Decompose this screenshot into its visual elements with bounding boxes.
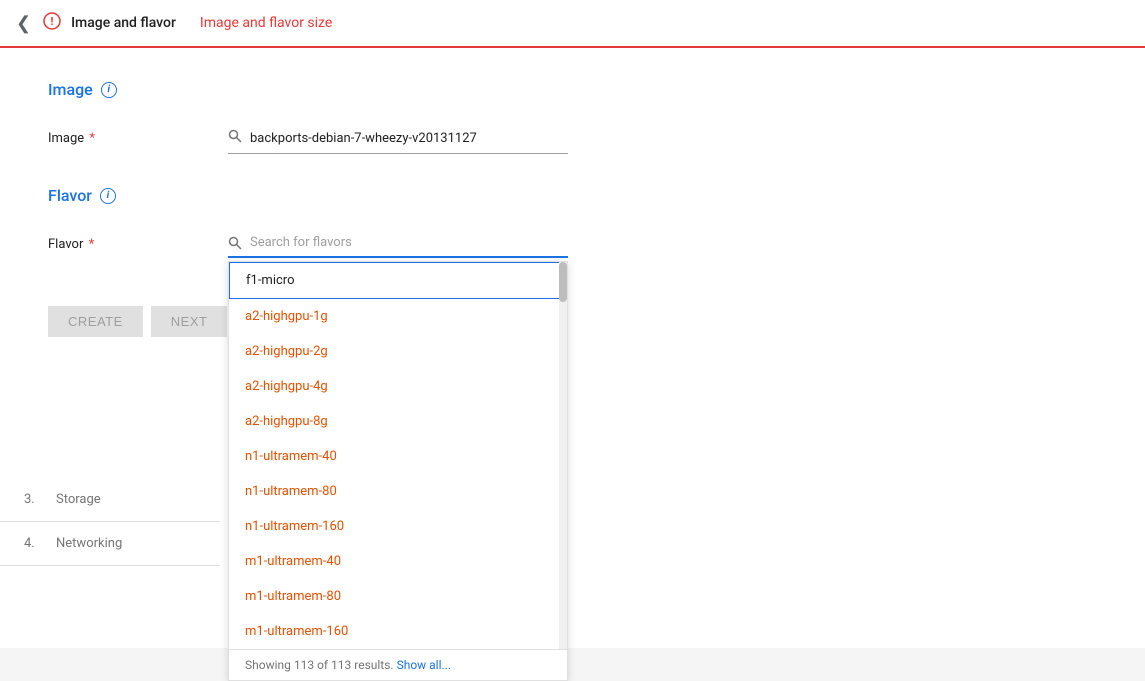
image-section-title: Image	[48, 80, 93, 99]
list-item[interactable]: a2-highgpu-4g	[229, 369, 567, 404]
step-storage[interactable]: 3. Storage	[0, 478, 220, 522]
flavor-search-container: Search for flavors f1-micro a2-highgpu-1…	[228, 229, 568, 258]
flavor-required-marker: *	[85, 237, 94, 252]
flavor-info-icon[interactable]: i	[100, 188, 116, 204]
image-value: backports-debian-7-wheezy-v20131127	[250, 131, 477, 146]
list-item[interactable]: a2-highgpu-2g	[229, 334, 567, 369]
list-item[interactable]: n1-ultramem-40	[229, 439, 567, 474]
dropdown-footer: Showing 113 of 113 results. Show all...	[229, 649, 567, 680]
flavor-label: Flavor *	[48, 229, 228, 252]
chevron-down-icon[interactable]: ❮	[16, 13, 31, 34]
image-form-row: Image * backports-debian-7-wheezy-v20131…	[48, 123, 1097, 154]
list-item[interactable]: a2-highgpu-1g	[229, 299, 567, 334]
svg-text:!: !	[51, 15, 54, 28]
flavor-field: Search for flavors f1-micro a2-highgpu-1…	[228, 229, 568, 258]
flavor-section-title: Flavor	[48, 186, 92, 205]
flavor-search-icon	[228, 236, 242, 250]
list-item[interactable]: n1-ultramem-80	[229, 474, 567, 509]
list-item[interactable]: m1-ultramem-40	[229, 544, 567, 579]
show-all-link[interactable]: Show all...	[397, 658, 451, 672]
flavor-section-heading: Flavor i	[48, 186, 1097, 205]
dropdown-scrollbar[interactable]	[559, 262, 567, 649]
step-3-number: 3.	[24, 492, 44, 507]
list-item[interactable]: m1-ultramem-160	[229, 614, 567, 649]
top-bar-subtitle: Image and flavor size	[200, 15, 332, 31]
flavor-section: Flavor i Flavor * Search for flavors	[48, 186, 1097, 258]
top-bar: ❮ ! Image and flavor Image and flavor si…	[0, 0, 1145, 48]
flavor-dropdown: f1-micro a2-highgpu-1g a2-highgpu-2g a2-…	[228, 261, 568, 681]
image-field: backports-debian-7-wheezy-v20131127	[228, 123, 568, 154]
top-bar-title: Image and flavor	[71, 15, 176, 31]
dropdown-scroll-thumb	[559, 262, 567, 302]
image-search-icon	[228, 129, 242, 147]
dropdown-result-count: Showing 113 of 113 results.	[245, 658, 394, 672]
sidebar-steps: 3. Storage 4. Networking	[0, 478, 220, 566]
main-content: Image i Image * backports-debian-7-wheez…	[0, 48, 1145, 648]
create-button[interactable]: CREATE	[48, 306, 143, 337]
list-item[interactable]: n1-ultramem-160	[229, 509, 567, 544]
flavor-search-input[interactable]: Search for flavors	[228, 229, 568, 258]
image-input[interactable]: backports-debian-7-wheezy-v20131127	[228, 123, 568, 154]
image-section-heading: Image i	[48, 80, 1097, 99]
button-row: CREATE NEXT C	[48, 306, 1097, 337]
image-required-marker: *	[86, 131, 95, 146]
step-4-number: 4.	[24, 536, 44, 551]
step-networking[interactable]: 4. Networking	[0, 522, 220, 566]
list-item[interactable]: f1-micro	[229, 262, 567, 299]
flavor-form-row: Flavor * Search for flavors	[48, 229, 1097, 258]
image-info-icon[interactable]: i	[101, 82, 117, 98]
list-item[interactable]: a2-highgpu-8g	[229, 404, 567, 439]
next-button[interactable]: NEXT	[151, 306, 228, 337]
image-label: Image *	[48, 123, 228, 146]
flavor-search-placeholder: Search for flavors	[250, 235, 352, 250]
step-4-label: Networking	[56, 536, 122, 551]
list-item[interactable]: m1-ultramem-80	[229, 579, 567, 614]
warning-icon: !	[43, 12, 61, 35]
step-3-label: Storage	[56, 492, 101, 507]
